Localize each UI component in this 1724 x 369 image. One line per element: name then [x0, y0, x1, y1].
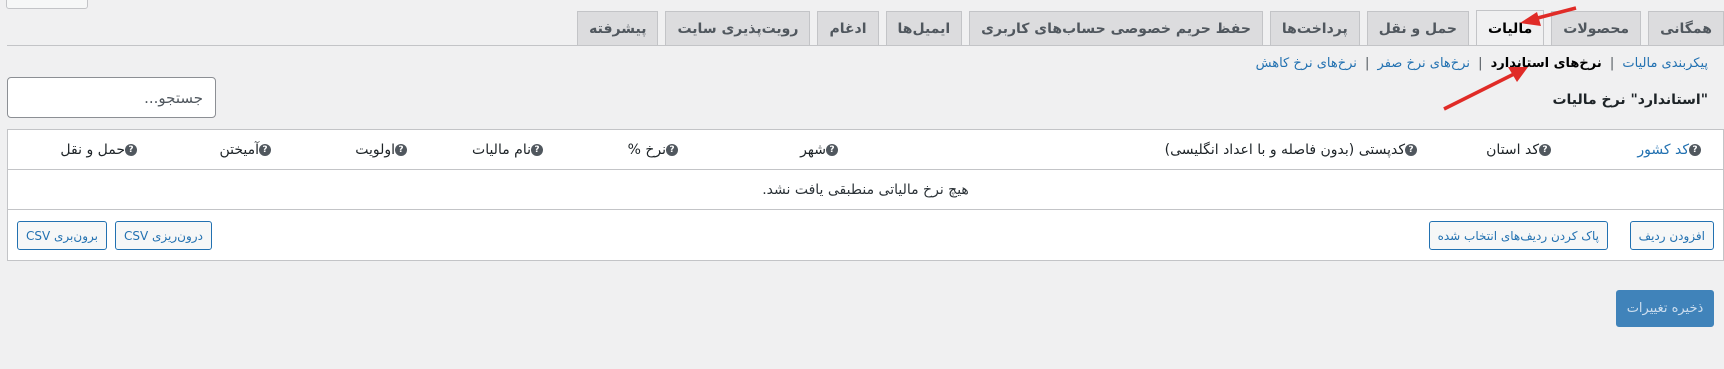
help-icon[interactable]: ? — [531, 144, 543, 156]
help-icon[interactable]: ? — [259, 144, 271, 156]
tax-rates-table: ? کد کشور ? کد استان ? کدپستی (بدون فاصله و… — [7, 129, 1724, 261]
help-icon[interactable]: ? — [1539, 144, 1551, 156]
column-rate: ? نرخ % — [628, 142, 684, 158]
tab-payments[interactable]: پرداخت‌ها — [1269, 11, 1360, 46]
link-reduced-rates[interactable]: نرخ‌های نرخ کاهش — [1256, 56, 1357, 71]
tab-bar-divider — [7, 45, 1724, 46]
link-zero-rates[interactable]: نرخ‌های نرخ صفر — [1378, 56, 1470, 71]
add-row-button[interactable]: افزودن ردیف — [1629, 221, 1714, 250]
help-icon[interactable]: ? — [1405, 144, 1417, 156]
column-postcode: ? کدپستی (بدون فاصله و با اعداد انگلیسی) — [1165, 142, 1423, 158]
search-input[interactable] — [8, 78, 215, 117]
tab-advanced[interactable]: پیشرفته — [577, 11, 659, 46]
column-label: آمیختن — [219, 142, 259, 158]
help-icon[interactable]: ? — [395, 144, 407, 156]
search-box[interactable] — [7, 77, 216, 118]
tab-products[interactable]: محصولات — [1551, 11, 1642, 46]
column-label: شهر — [800, 142, 826, 158]
arrow-to-standard-rates — [1443, 67, 1528, 111]
column-label: حمل و نقل — [60, 142, 125, 158]
tab-tax[interactable]: مالیات — [1476, 10, 1545, 46]
tab-emails[interactable]: ایمیل‌ها — [885, 11, 963, 46]
column-label: کد استان — [1486, 142, 1539, 158]
link-standard-rates[interactable]: نرخ‌های استاندارد — [1491, 56, 1602, 71]
column-label: اولویت — [355, 142, 395, 158]
save-changes-button[interactable]: ذخیره تغییرات — [1616, 290, 1714, 327]
column-tax-name: ? نام مالیات — [472, 142, 549, 158]
help-icon[interactable]: ? — [666, 144, 678, 156]
tax-sections-nav: پیکربندی مالیات | نرخ‌های استاندارد | نر… — [1256, 56, 1708, 71]
section-title: "استاندارد" نرخ مالیات — [1552, 92, 1708, 108]
tab-accounts-privacy[interactable]: حفظ حریم خصوصی حساب‌های کاربری — [969, 11, 1263, 46]
help-icon[interactable]: ? — [1689, 144, 1701, 156]
help-icon[interactable]: ? — [125, 144, 137, 156]
column-label: نرخ % — [627, 142, 666, 158]
column-country-code[interactable]: ? کد کشور — [1637, 142, 1707, 158]
table-footer: افزودن ردیف پاک کردن ردیف‌های انتخاب شده… — [8, 210, 1723, 261]
separator: | — [1365, 56, 1370, 71]
column-label: نام مالیات — [472, 142, 531, 158]
remove-selected-rows-button[interactable]: پاک کردن ردیف‌های انتخاب شده — [1428, 221, 1608, 250]
export-csv-button[interactable]: برون‌بری CSV — [17, 221, 107, 250]
column-label: کدپستی (بدون فاصله و با اعداد انگلیسی) — [1164, 142, 1405, 158]
separator: | — [1609, 56, 1615, 71]
link-tax-options[interactable]: پیکربندی مالیات — [1622, 56, 1708, 71]
separator: | — [1478, 56, 1483, 71]
column-state-code: ? کد استان — [1486, 142, 1557, 158]
tab-shipping[interactable]: حمل و نقل — [1366, 11, 1470, 46]
import-csv-button[interactable]: درون‌ریزی CSV — [115, 221, 212, 250]
column-city: ? شهر — [800, 142, 844, 158]
empty-message: هیچ نرخ مالیاتی منطبقی یافت نشد. — [8, 170, 1723, 210]
top-button-stub[interactable] — [6, 0, 88, 9]
tab-site-visibility[interactable]: رویت‌پذیری سایت — [665, 11, 811, 46]
tab-integration[interactable]: ادغام — [817, 11, 879, 46]
settings-tab-bar: همگانی محصولات مالیات حمل و نقل پرداخت‌ه… — [577, 10, 1724, 46]
table-header: ? کد کشور ? کد استان ? کدپستی (بدون فاصله و… — [8, 130, 1723, 170]
column-label[interactable]: کد کشور — [1637, 142, 1689, 158]
column-compound: ? آمیختن — [219, 142, 277, 158]
column-priority: ? اولویت — [355, 142, 413, 158]
tab-general[interactable]: همگانی — [1648, 11, 1724, 46]
help-icon[interactable]: ? — [826, 144, 838, 156]
column-shipping: ? حمل و نقل — [60, 142, 143, 158]
